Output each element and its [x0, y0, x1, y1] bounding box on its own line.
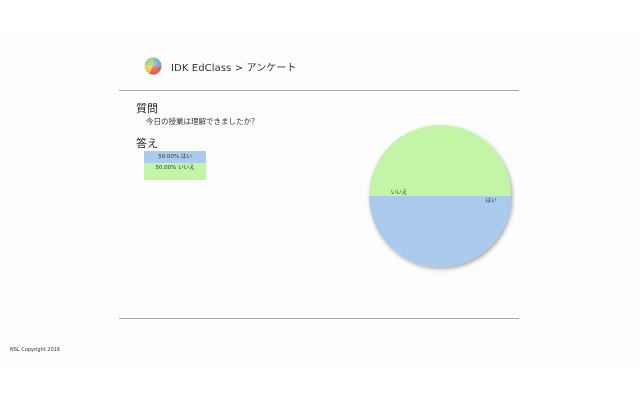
question-heading: 質問 — [136, 102, 158, 115]
pie-label-0: はい — [486, 197, 498, 204]
footer-divider — [119, 318, 519, 319]
legend-item-yes: 50.00% はい — [144, 151, 206, 163]
app-title: IDK EdClass > アンケート — [171, 62, 297, 74]
answer-heading: 答え — [136, 137, 158, 150]
pie-slice-0 — [369, 196, 511, 267]
header-divider — [119, 90, 519, 91]
pie-chart-logo-icon[interactable] — [143, 56, 163, 76]
answer-legend: 50.00% はい 50.00% いいえ — [144, 151, 206, 180]
content-background — [0, 30, 640, 366]
question-text: 今日の授業は理解できましたか？ — [146, 117, 259, 126]
pie-label-1: いいえ — [391, 189, 408, 196]
page: IDK EdClass > アンケート 質問 今日の授業は理解できましたか？ 答… — [0, 0, 640, 400]
pie-slice-1 — [369, 125, 511, 196]
app-header: IDK EdClass > アンケート — [143, 55, 297, 77]
legend-item-no: 50.00% いいえ — [144, 163, 206, 180]
copyright-text: NSL Copyright 2016 — [10, 347, 61, 353]
pie-chart: はい いいえ — [369, 125, 511, 267]
